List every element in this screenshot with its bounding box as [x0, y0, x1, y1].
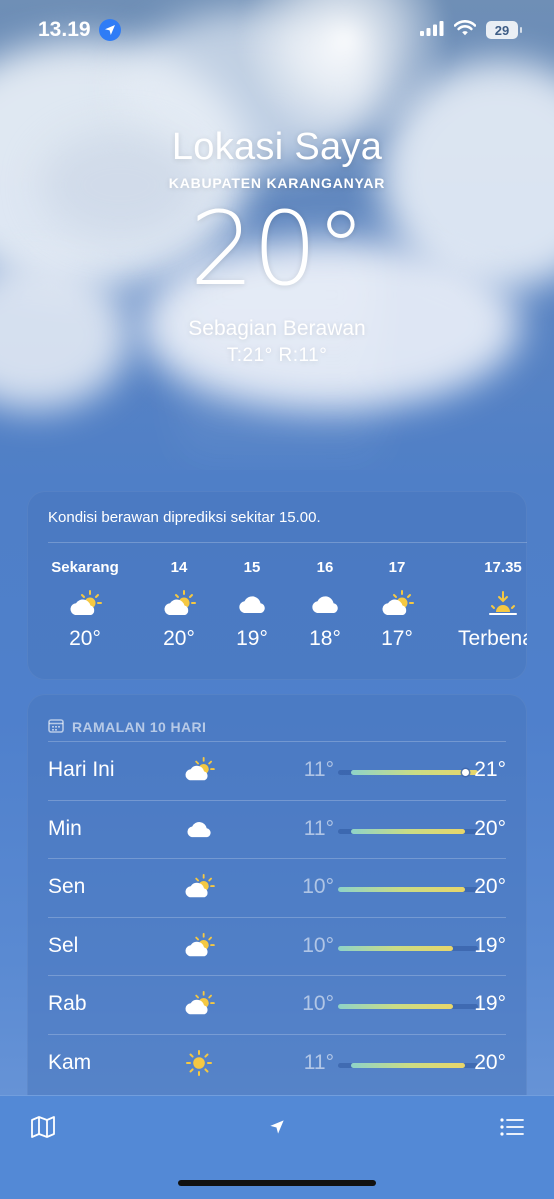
current-temperature: 20°: [189, 190, 367, 309]
cloud-icon: [182, 814, 216, 844]
temperature-range-fill: [350, 828, 466, 834]
wifi-icon: [453, 19, 477, 41]
hour-item: 17 17°: [352, 559, 442, 651]
hourly-divider: [48, 542, 527, 543]
day-row[interactable]: Kam 11° 20°: [48, 1033, 506, 1092]
hour-label: 17: [388, 559, 406, 576]
battery-icon: 29: [486, 21, 522, 39]
day-name: Sel: [48, 933, 79, 957]
day-low-temperature: 11°: [303, 816, 334, 840]
cellular-signal-icon: [420, 20, 444, 41]
day-name: Hari Ini: [48, 758, 115, 781]
temperature-range-fill: [338, 887, 466, 892]
temperature-range-fill: [338, 1004, 453, 1009]
high-low-temperature: T:21° R:11°: [226, 345, 328, 366]
hourly-forecast-card[interactable]: Kondisi berawan diprediksi sekitar 15.00…: [27, 491, 527, 680]
calendar-icon: [48, 718, 64, 736]
hourly-scroll[interactable]: Sekarang 20° 14 20° 15 19° 16 18° 17 17°…: [27, 559, 527, 669]
day-low-temperature: 10°: [302, 933, 334, 957]
temperature-range-bar: [338, 945, 478, 951]
temperature-range-bar: [338, 1062, 478, 1068]
day-high-temperature: 19°: [474, 992, 506, 1015]
map-button[interactable]: [28, 1114, 58, 1144]
current-temperature-marker: [461, 769, 469, 776]
day-name: Kam: [48, 1050, 92, 1074]
list-icon: [499, 1117, 525, 1142]
location-title: Lokasi Saya: [171, 126, 383, 168]
day-high-temperature: 21°: [474, 758, 506, 781]
day-high-temperature: 20°: [474, 1050, 506, 1074]
temperature-range-fill: [350, 1062, 466, 1068]
weather-header: Lokasi Saya KABUPATEN KARANGANYAR 20° Se…: [0, 126, 554, 367]
home-indicator: [178, 1180, 376, 1186]
hour-temperature: 20°: [69, 627, 101, 650]
location-arrow-icon: [98, 19, 121, 41]
status-bar: 13.19 29: [0, 0, 554, 60]
partly-cloudy-icon: [182, 989, 216, 1019]
hour-label: 17.35: [484, 559, 522, 576]
day-low-temperature: 11°: [303, 1050, 334, 1074]
temperature-range-bar: [338, 769, 478, 776]
day-name: Sen: [48, 875, 86, 898]
ten-day-header: RAMALAN 10 HARI: [27, 694, 527, 742]
battery-level: 29: [494, 22, 510, 38]
temperature-range-fill: [350, 770, 478, 775]
day-name: Min: [48, 816, 82, 840]
current-location-button[interactable]: [262, 1114, 292, 1144]
hourly-summary: Kondisi berawan diprediksi sekitar 15.00…: [48, 509, 321, 526]
partly-cloudy-icon: [182, 931, 216, 961]
sunset-icon: [458, 584, 527, 624]
status-indicators: 29: [420, 19, 522, 41]
current-condition: Sebagian Berawan: [188, 317, 366, 340]
hour-item: 17.35 Terbenam: [458, 559, 527, 651]
day-row[interactable]: Sen 10° 20°: [48, 858, 506, 916]
day-low-temperature: 10°: [302, 875, 334, 898]
temperature-range-bar: [338, 887, 478, 892]
temperature-range-bar: [338, 1004, 478, 1009]
hour-temperature: 17°: [381, 627, 413, 650]
day-low-temperature: 10°: [302, 992, 334, 1015]
hour-label: Sekarang: [51, 559, 119, 576]
day-row[interactable]: Min 11° 20°: [48, 799, 506, 858]
status-time: 13.19: [38, 18, 91, 41]
sun-icon: [182, 1048, 216, 1078]
day-high-temperature: 19°: [474, 933, 506, 957]
location-list-button[interactable]: [497, 1114, 527, 1144]
status-time-group: 13.19: [38, 18, 121, 42]
partly-cloudy-icon: [182, 872, 216, 902]
day-high-temperature: 20°: [474, 816, 506, 840]
hour-temperature: Terbenam: [458, 627, 527, 650]
partly-cloudy-icon: [352, 584, 442, 624]
hour-item: Sekarang 20°: [40, 559, 130, 651]
partly-cloudy-icon: [40, 584, 130, 624]
day-row[interactable]: Sel 10° 19°: [48, 916, 506, 975]
map-icon: [30, 1115, 56, 1144]
region-subtitle: KABUPATEN KARANGANYAR: [168, 175, 386, 191]
day-low-temperature: 11°: [303, 758, 334, 781]
day-name: Rab: [48, 992, 87, 1015]
ten-day-title: RAMALAN 10 HARI: [72, 718, 207, 735]
location-arrow-icon: [269, 1119, 285, 1140]
day-high-temperature: 20°: [474, 875, 506, 898]
temperature-range-bar: [338, 828, 478, 834]
temperature-range-fill: [338, 945, 453, 951]
partly-cloudy-icon: [182, 755, 216, 785]
ten-day-forecast-card[interactable]: RAMALAN 10 HARI Hari Ini 11° 21° Min 11° 20° S…: [27, 694, 527, 1114]
day-row[interactable]: Rab 10° 19°: [48, 975, 506, 1033]
day-row[interactable]: Hari Ini 11° 21°: [48, 741, 506, 799]
